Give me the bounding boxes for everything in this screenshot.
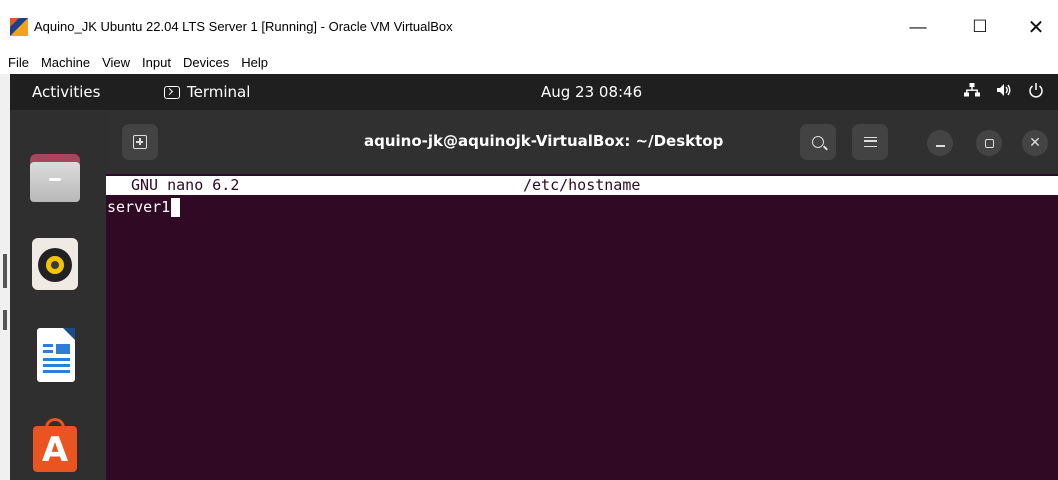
new-tab-icon xyxy=(133,135,147,149)
gnome-top-bar: Activities Terminal Aug 23 08:46 xyxy=(10,74,1058,110)
terminal-minimize-button[interactable] xyxy=(927,130,953,156)
nano-filename: /etc/hostname xyxy=(523,176,641,194)
vbox-menubar: File Machine View Input Devices Help xyxy=(0,50,1058,74)
writer-page xyxy=(37,328,75,382)
nano-version: GNU nano 6.2 xyxy=(131,176,240,194)
menu-file[interactable]: File xyxy=(4,55,37,70)
rhythmbox-speaker xyxy=(38,248,72,282)
writer-line xyxy=(43,350,53,353)
window-minimize-button[interactable]: — xyxy=(898,12,938,42)
search-button[interactable] xyxy=(800,124,836,160)
writer-line xyxy=(43,364,70,367)
vbox-titlebar: Aquino_JK Ubuntu 22.04 LTS Server 1 [Run… xyxy=(0,0,1058,50)
new-tab-button[interactable] xyxy=(122,124,158,160)
ubuntu-software-icon[interactable]: A xyxy=(26,418,84,476)
search-icon xyxy=(812,136,824,148)
maximize-icon xyxy=(984,138,994,148)
terminal-headerbar: aquino-jk@aquinojk-VirtualBox: ~/Desktop… xyxy=(106,110,1058,174)
writer-line xyxy=(43,344,53,347)
terminal-window[interactable]: aquino-jk@aquinojk-VirtualBox: ~/Desktop… xyxy=(106,110,1058,480)
menu-devices[interactable]: Devices xyxy=(179,55,237,70)
clock[interactable]: Aug 23 08:46 xyxy=(541,83,642,101)
terminal-icon xyxy=(164,85,180,99)
libreoffice-writer-icon[interactable] xyxy=(26,326,84,384)
nano-line-text: server1 xyxy=(107,198,171,216)
hamburger-icon xyxy=(863,137,877,147)
window-title: Aquino_JK Ubuntu 22.04 LTS Server 1 [Run… xyxy=(34,19,453,34)
nano-editor-line[interactable]: server1 xyxy=(107,197,181,217)
files-icon-front xyxy=(30,162,80,202)
power-icon xyxy=(1029,83,1043,98)
app-menu-label: Terminal xyxy=(187,83,251,101)
rhythmbox-icon[interactable] xyxy=(26,234,84,292)
writer-line xyxy=(43,370,70,373)
menu-input[interactable]: Input xyxy=(138,55,179,70)
software-letter: A xyxy=(41,430,69,470)
hamburger-menu-button[interactable] xyxy=(852,124,888,160)
writer-line xyxy=(43,358,70,361)
terminal-close-button[interactable]: ✕ xyxy=(1022,130,1048,156)
window-close-button[interactable]: ✕ xyxy=(1016,12,1056,42)
edge-mark xyxy=(3,310,7,330)
minimize-icon xyxy=(935,145,945,147)
system-tray[interactable] xyxy=(964,82,1044,98)
files-icon[interactable] xyxy=(26,150,84,208)
vm-left-edge xyxy=(0,74,10,480)
dock: A xyxy=(10,110,106,480)
writer-image xyxy=(56,344,70,354)
menu-machine[interactable]: Machine xyxy=(37,55,98,70)
window-maximize-button[interactable]: ☐ xyxy=(960,12,1000,42)
menu-help[interactable]: Help xyxy=(237,55,276,70)
app-menu-terminal[interactable]: Terminal xyxy=(164,83,250,101)
virtualbox-logo-icon xyxy=(10,18,28,36)
terminal-title: aquino-jk@aquinojk-VirtualBox: ~/Desktop xyxy=(364,132,724,150)
network-icon xyxy=(964,83,980,97)
nano-title-bar: GNU nano 6.2 /etc/hostname xyxy=(106,176,1058,195)
activities-button[interactable]: Activities xyxy=(32,83,100,101)
volume-icon xyxy=(997,84,1011,96)
close-icon: ✕ xyxy=(1029,135,1041,151)
vm-screen[interactable]: Activities Terminal Aug 23 08:46 A aquin… xyxy=(10,74,1058,480)
menu-view[interactable]: View xyxy=(98,55,138,70)
text-cursor xyxy=(171,197,181,217)
terminal-maximize-button[interactable] xyxy=(976,130,1002,156)
edge-mark xyxy=(3,254,7,288)
